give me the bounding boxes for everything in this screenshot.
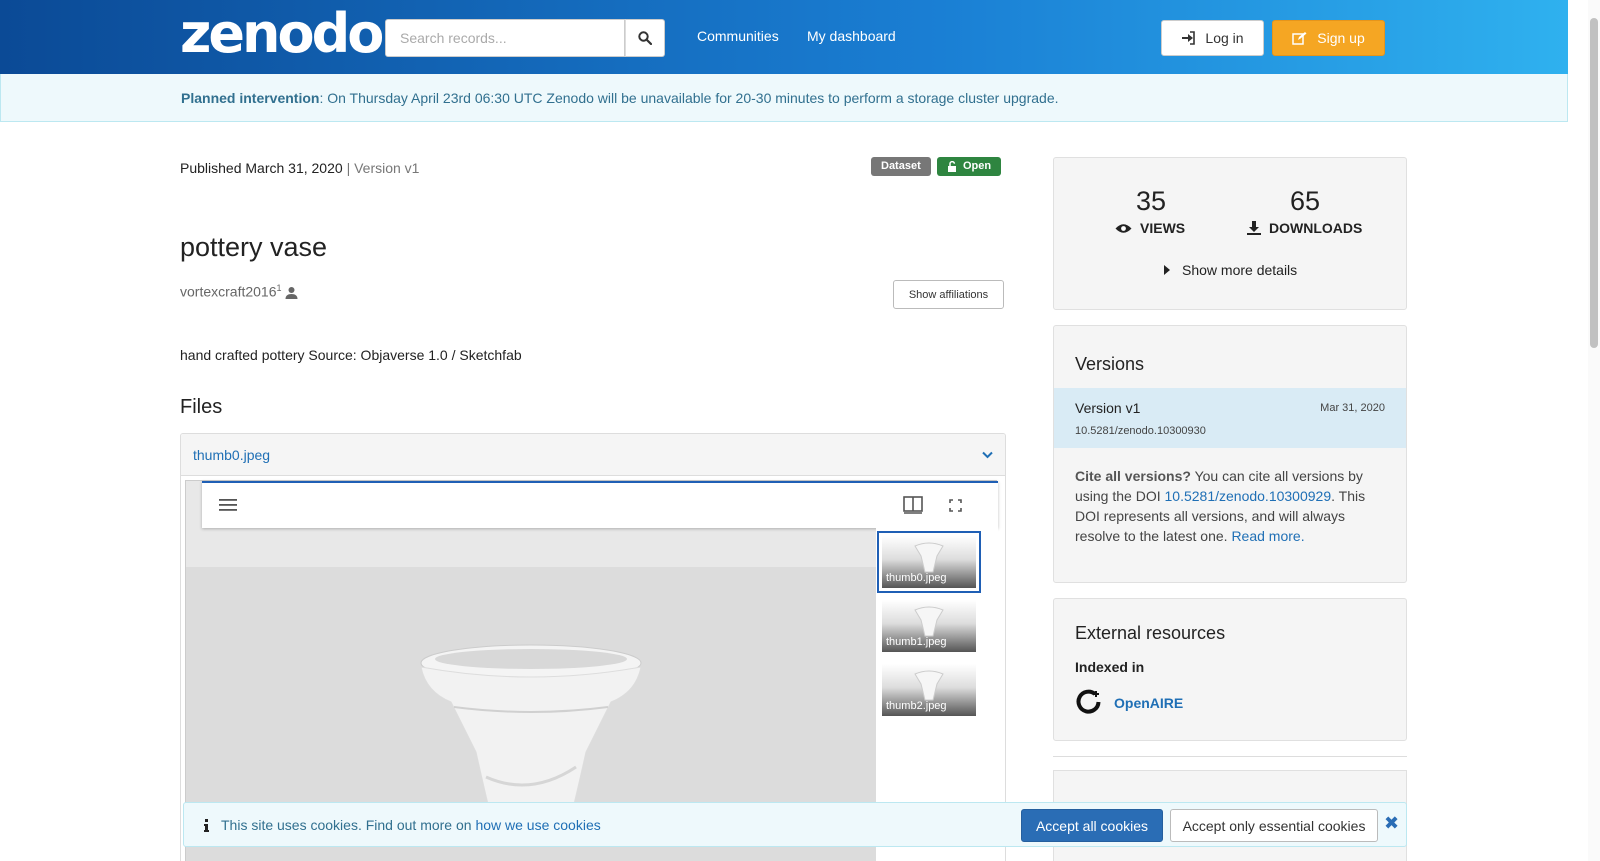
search-button[interactable] [625,19,665,57]
search-icon [638,31,652,45]
record-description: hand crafted pottery Source: Objaverse 1… [180,347,522,363]
indexed-in-label: Indexed in [1075,659,1145,675]
views-label: VIEWS [1140,220,1186,236]
version-label: | Version v1 [346,160,420,176]
caret-right-icon [1164,265,1170,275]
info-icon [204,818,209,832]
openaire-link-group[interactable]: OpenAIRE [1075,689,1183,716]
versions-heading: Versions [1075,354,1145,374]
show-more-label: Show more details [1182,262,1298,278]
book-view-icon[interactable] [903,496,923,514]
zenodo-logo[interactable]: zenodo [180,4,384,64]
file-preview-panel: thumb0.jpeg thumb0.jpeg thumb1.jpeg thum… [180,433,1006,861]
chevron-down-icon[interactable] [982,451,993,459]
unlock-icon [948,161,956,172]
cookie-message: This site uses cookies. Find out more on… [204,817,601,833]
external-resources-heading: External resources [1075,623,1226,643]
alert-title: Planned intervention [181,90,320,106]
downloads-label-group: DOWNLOADS [1247,220,1362,236]
signup-label: Sign up [1317,30,1365,46]
nav-communities[interactable]: Communities [697,28,779,44]
affiliation-number: 1 [276,283,282,293]
top-header: zenodo Communities My dashboard Log in S… [0,0,1568,74]
views-count: 35 [1135,186,1167,216]
search-input[interactable] [385,19,625,57]
alert-text: : On Thursday April 23rd 06:30 UTC Zenod… [319,90,1059,106]
read-more-link[interactable]: Read more. [1231,528,1304,544]
accept-essential-cookies-button[interactable]: Accept only essential cookies [1170,809,1378,842]
thumbnail-label: thumb2.jpeg [886,700,947,712]
eye-icon [1115,223,1132,233]
version-item-date: Mar 31, 2020 [1320,402,1385,414]
views-label-group: VIEWS [1115,220,1185,236]
creator-name[interactable]: vortexcraft2016 [180,284,277,300]
published-date: Published March 31, 2020 [180,160,343,176]
file-panel-header[interactable]: thumb0.jpeg [181,434,1005,476]
fullscreen-icon[interactable] [949,499,962,512]
cookie-banner: This site uses cookies. Find out more on… [183,802,1407,847]
thumbnail-label: thumb1.jpeg [886,636,947,648]
scrollbar-thumb[interactable] [1590,18,1598,348]
thumbnail-2[interactable]: thumb2.jpeg [882,664,976,716]
thumbnail-label: thumb0.jpeg [886,572,947,584]
downloads-count: 65 [1289,186,1321,216]
external-resources-card: External resources Indexed in OpenAIRE [1053,598,1407,741]
page-scrollbar[interactable] [1588,0,1600,861]
show-more-details-toggle[interactable]: Show more details [1164,262,1297,278]
publication-info: Published March 31, 2020 | Version v1 [180,160,419,176]
downloads-label: DOWNLOADS [1269,220,1363,236]
close-icon[interactable]: ✖ [1384,813,1399,834]
maintenance-alert: Planned intervention: On Thursday April … [0,74,1568,122]
cite-title: Cite all versions? [1075,468,1191,484]
user-icon [285,286,298,299]
resource-type-badge: Dataset [871,157,931,176]
version-item-label[interactable]: Version v1 [1075,400,1140,416]
sign-in-icon [1182,31,1196,45]
signup-button[interactable]: Sign up [1272,20,1385,56]
file-name-link[interactable]: thumb0.jpeg [193,447,270,463]
record-title: pottery vase [180,232,328,262]
cookie-policy-link[interactable]: how we use cookies [475,817,600,833]
search-bar [385,19,665,57]
version-item-doi: 10.5281/zenodo.10300930 [1075,425,1206,437]
login-button[interactable]: Log in [1161,20,1264,56]
show-affiliations-button[interactable]: Show affiliations [893,280,1004,309]
thumbnail-1[interactable]: thumb1.jpeg [882,600,976,652]
login-label: Log in [1205,30,1244,46]
creator: vortexcraft20161 [180,283,298,300]
accept-all-cookies-button[interactable]: Accept all cookies [1021,809,1163,842]
access-badge-label: Open [963,160,992,172]
nav-my-dashboard[interactable]: My dashboard [807,28,896,44]
download-icon [1247,221,1261,235]
files-heading: Files [180,396,223,418]
viewer-toolbar [202,481,998,528]
concept-doi-link[interactable]: 10.5281/zenodo.10300929 [1165,488,1332,504]
sidebar-divider [1053,756,1407,757]
version-item[interactable]: Version v1 Mar 31, 2020 10.5281/zenodo.1… [1054,388,1406,448]
menu-icon[interactable] [219,498,237,512]
cookie-text: This site uses cookies. Find out more on [221,817,476,833]
edit-icon [1292,31,1307,45]
versions-card: Versions Version v1 Mar 31, 2020 10.5281… [1053,325,1407,583]
stats-card: 35 VIEWS 65 DOWNLOADS Show more details [1053,157,1407,310]
thumbnail-0[interactable]: thumb0.jpeg [877,531,981,593]
cite-all-versions: Cite all versions? You can cite all vers… [1075,466,1391,546]
openaire-logo-icon [1076,689,1101,714]
access-badge: Open [937,157,1002,176]
openaire-link[interactable]: OpenAIRE [1114,695,1183,711]
